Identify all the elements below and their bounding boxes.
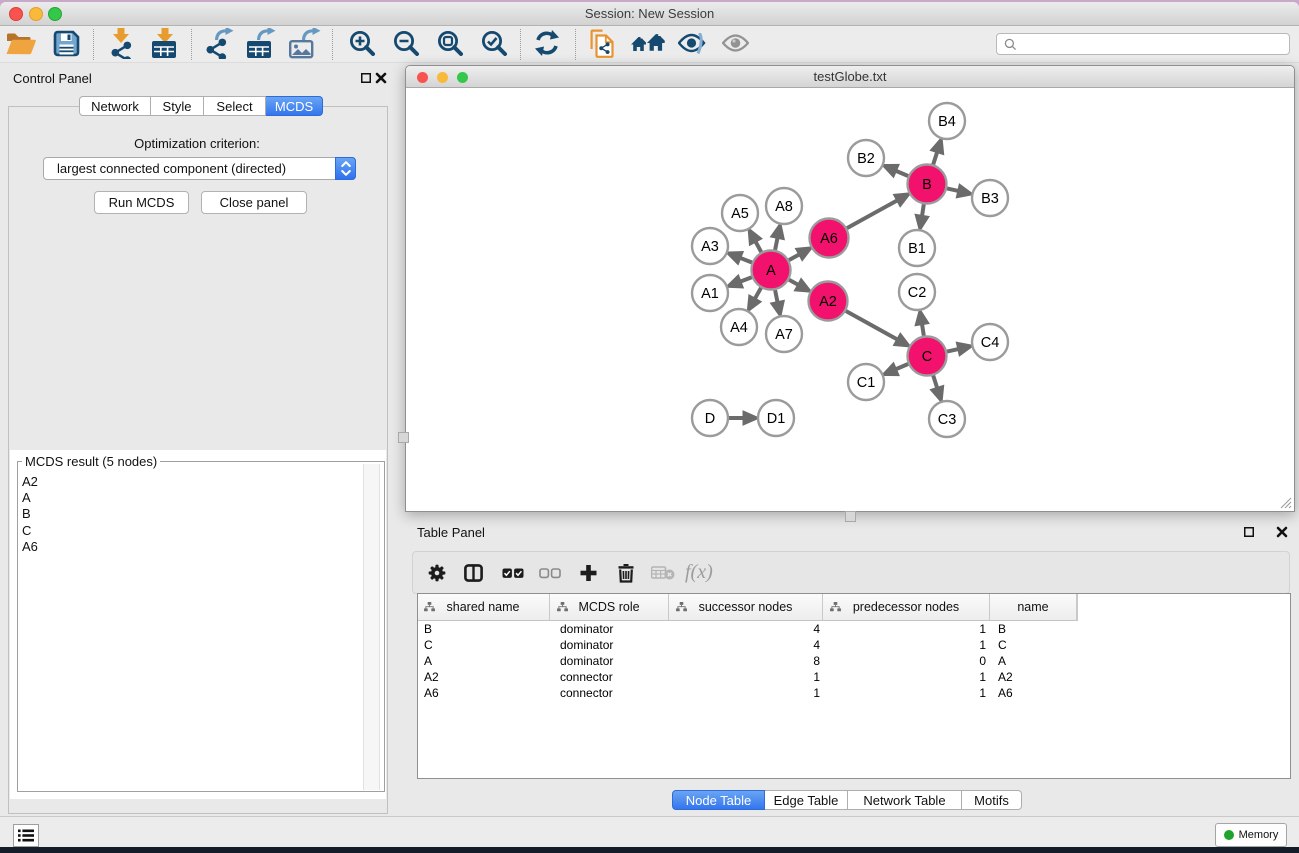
svg-text:C2: C2 — [908, 285, 927, 301]
svg-text:A3: A3 — [701, 239, 719, 255]
svg-text:C4: C4 — [981, 335, 1000, 351]
svg-text:A4: A4 — [730, 320, 748, 336]
svg-text:B4: B4 — [938, 114, 956, 130]
svg-text:A6: A6 — [820, 231, 838, 247]
svg-text:A7: A7 — [775, 327, 793, 343]
svg-text:B3: B3 — [981, 191, 999, 207]
svg-text:D: D — [705, 411, 715, 427]
svg-text:B1: B1 — [908, 241, 926, 257]
svg-text:B2: B2 — [857, 151, 875, 167]
svg-text:A5: A5 — [731, 206, 749, 222]
svg-text:A2: A2 — [819, 294, 837, 310]
svg-text:B: B — [922, 177, 932, 193]
svg-text:A: A — [766, 263, 776, 279]
svg-text:A1: A1 — [701, 286, 719, 302]
svg-text:D1: D1 — [767, 411, 786, 427]
svg-text:C1: C1 — [857, 375, 876, 391]
svg-text:C: C — [922, 349, 932, 365]
svg-text:C3: C3 — [938, 412, 957, 428]
svg-text:A8: A8 — [775, 199, 793, 215]
